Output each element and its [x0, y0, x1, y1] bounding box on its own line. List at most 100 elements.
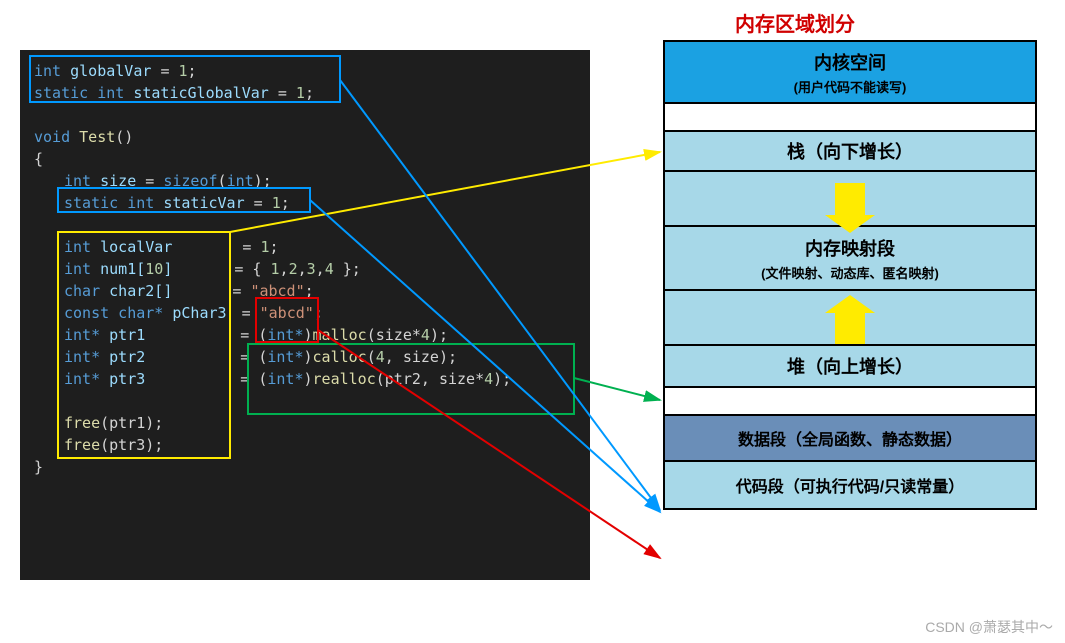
- op: (: [218, 172, 227, 190]
- id: char2[]: [100, 282, 172, 300]
- fn: Test: [79, 128, 115, 146]
- op: =: [232, 282, 250, 300]
- mem-heap: 堆（向上增长）: [665, 346, 1035, 388]
- id: size: [91, 172, 145, 190]
- kw: int*: [64, 370, 100, 388]
- op: );: [254, 172, 272, 190]
- mem-gap: [665, 104, 1035, 132]
- id: pChar3: [163, 304, 226, 322]
- op: (ptr2, size*: [376, 370, 484, 388]
- kw: int*: [267, 326, 303, 344]
- fn: free: [64, 436, 100, 454]
- data-label: 数据段（全局函数、静态数据）: [738, 426, 962, 450]
- mem-data: 数据段（全局函数、静态数据）: [665, 416, 1035, 462]
- op: ;: [281, 194, 290, 212]
- memory-layout: 内核空间 (用户代码不能读写) 栈（向下增长） 内存映射段 (文件映射、动态库、…: [663, 40, 1037, 510]
- mem-mmap: 内存映射段 (文件映射、动态库、匿名映射): [665, 227, 1035, 291]
- mem-gap2: [665, 388, 1035, 416]
- op: );: [493, 370, 511, 388]
- op: ;: [269, 238, 278, 256]
- kw: int: [64, 238, 91, 256]
- kw: static int: [64, 194, 154, 212]
- kw: int: [64, 172, 91, 190]
- op: ,: [298, 260, 307, 278]
- kw: static int: [34, 84, 124, 102]
- brace: {: [34, 150, 43, 168]
- op: =: [242, 304, 260, 322]
- kw: sizeof: [163, 172, 217, 190]
- op: };: [334, 260, 361, 278]
- fn: calloc: [313, 348, 367, 366]
- id: staticVar: [154, 194, 253, 212]
- id: ptr2: [100, 348, 145, 366]
- mmap-label: 内存映射段: [805, 235, 895, 261]
- id: ptr3: [100, 370, 145, 388]
- op: ): [304, 326, 313, 344]
- kw: int: [34, 62, 61, 80]
- id: ]: [163, 260, 172, 278]
- op: = (: [240, 348, 267, 366]
- op: = {: [234, 260, 270, 278]
- op: (size*: [367, 326, 421, 344]
- op: ;: [305, 84, 314, 102]
- op: (ptr1);: [100, 414, 163, 432]
- num: 2: [289, 260, 298, 278]
- op: (): [115, 128, 133, 146]
- kernel-label: 内核空间: [814, 49, 886, 75]
- kw: int*: [267, 348, 303, 366]
- kw: void: [34, 128, 79, 146]
- op: (: [367, 348, 376, 366]
- fn: realloc: [313, 370, 376, 388]
- mem-stack: 栈（向下增长）: [665, 132, 1035, 172]
- num: 4: [325, 260, 334, 278]
- op: , size);: [385, 348, 457, 366]
- code-panel: int globalVar = 1; static int staticGlob…: [20, 50, 590, 580]
- num: 4: [376, 348, 385, 366]
- op: ;: [314, 304, 323, 322]
- op: =: [160, 62, 178, 80]
- kernel-sub: (用户代码不能读写): [794, 77, 907, 96]
- mem-code: 代码段（可执行代码/只读常量）: [665, 462, 1035, 508]
- heap-label: 堆（向上增长）: [787, 353, 913, 379]
- kw: char: [64, 282, 100, 300]
- mmap-sub: (文件映射、动态库、匿名映射): [761, 263, 939, 282]
- watermark: CSDN @萧瑟其中～: [925, 617, 1053, 637]
- num: 1: [296, 84, 305, 102]
- op: ;: [188, 62, 197, 80]
- kw: int: [64, 260, 91, 278]
- op: = (: [240, 326, 267, 344]
- diagram-title: 内存区域划分: [735, 8, 855, 37]
- kw: int*: [64, 348, 100, 366]
- op: ,: [280, 260, 289, 278]
- stack-label: 栈（向下增长）: [787, 138, 913, 164]
- kw: int*: [267, 370, 303, 388]
- num: 4: [484, 370, 493, 388]
- code-label: 代码段（可执行代码/只读常量）: [736, 473, 964, 497]
- fn: malloc: [313, 326, 367, 344]
- arrow-down-icon: [835, 183, 865, 219]
- op: ): [304, 370, 313, 388]
- op: = (: [240, 370, 267, 388]
- num: 1: [272, 194, 281, 212]
- num: 3: [307, 260, 316, 278]
- op: =: [278, 84, 296, 102]
- num: 1: [271, 260, 280, 278]
- kw: int*: [64, 326, 100, 344]
- num: 10: [145, 260, 163, 278]
- mem-kernel: 内核空间 (用户代码不能读写): [665, 42, 1035, 104]
- op: =: [242, 238, 260, 256]
- op: =: [145, 172, 163, 190]
- id: num1[: [91, 260, 145, 278]
- id: ptr1: [100, 326, 145, 344]
- mem-stack-arrow: [665, 172, 1035, 227]
- op: ,: [316, 260, 325, 278]
- id: staticGlobalVar: [124, 84, 278, 102]
- id: localVar: [91, 238, 172, 256]
- fn: free: [64, 414, 100, 432]
- mem-heap-arrow: [665, 291, 1035, 346]
- op: );: [430, 326, 448, 344]
- str: "abcd": [250, 282, 304, 300]
- str: "abcd": [260, 304, 314, 322]
- num: 1: [179, 62, 188, 80]
- arrow-up-icon: [835, 309, 865, 344]
